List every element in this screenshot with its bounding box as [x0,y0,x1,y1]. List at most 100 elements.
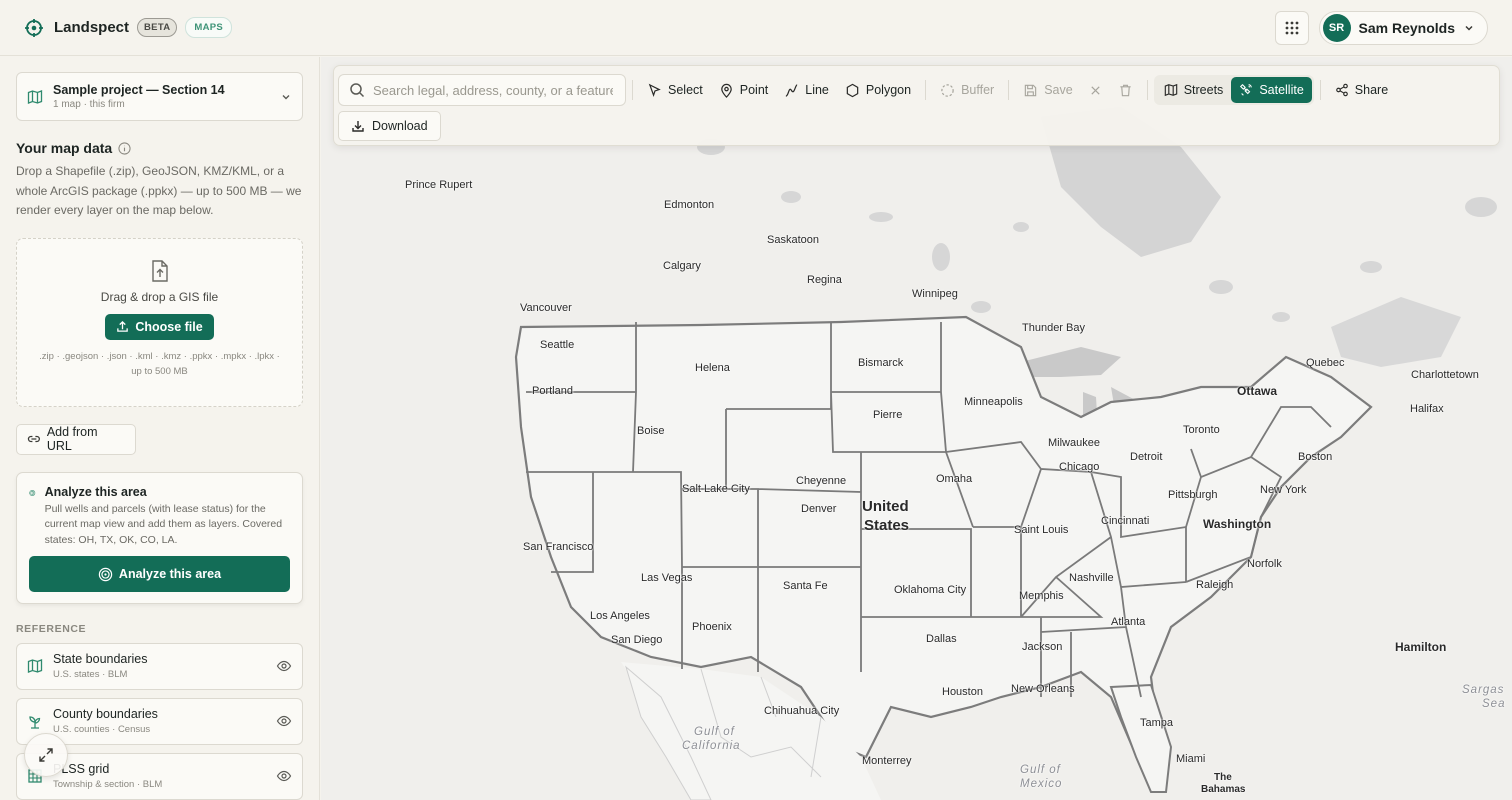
map-label: Winnipeg [912,288,958,300]
map-label: Memphis [1019,590,1064,602]
divider [632,80,633,100]
map-label: Boston [1298,451,1333,463]
beta-badge: BETA [137,18,178,37]
map-toolbar: Select Point Line Polygon Buffer Save [333,65,1500,146]
streets-basemap-button[interactable]: Streets [1156,77,1232,103]
share-button[interactable]: Share [1327,75,1396,105]
map-icon [27,89,43,104]
divider [1008,80,1010,100]
map-icon [1164,83,1177,97]
supported-formats: .zip · .geojson · .json · .kml · .kmz · … [39,350,280,377]
map-label: Sargas [1462,684,1505,696]
satellite-basemap-button[interactable]: Satellite [1231,77,1312,103]
download-button[interactable]: Download [338,111,441,141]
eye-icon[interactable] [276,713,292,729]
map-label: Sea [1482,698,1506,710]
satellite-icon [1240,83,1253,96]
trash-icon [1120,84,1131,96]
map-label: Ottawa [1237,384,1278,398]
add-from-url-button[interactable]: Add from URL [16,423,136,455]
cancel-button[interactable] [1081,75,1110,105]
close-icon [1091,85,1100,95]
basemap [514,107,1497,800]
map-label: Vancouver [520,302,572,314]
brand[interactable]: Landspect BETA MAPS [24,17,233,38]
divider [925,80,927,100]
map-label: Regina [807,274,842,286]
map-icon [27,659,43,673]
map-label: Toronto [1183,424,1220,436]
map-data-heading: Your map data [16,140,113,156]
buffer-tool-button[interactable]: Buffer [932,75,1002,105]
map-label: Bahamas [1201,784,1246,795]
crosshair-logo-icon [25,18,43,37]
chevron-down-icon [1465,25,1473,31]
save-icon [1024,84,1037,96]
map-label: Miami [1176,753,1206,765]
map-label: Prince Rupert [405,179,473,191]
map-label: Pierre [873,409,903,421]
map-label: Omaha [936,473,973,485]
line-draw-icon [785,83,798,97]
sidebar: Sample project — Section 14 1 map · this… [0,57,320,800]
map-label: Seattle [540,339,575,351]
map-label: Atlanta [1111,616,1146,628]
map-label: Chicago [1059,461,1100,473]
select-tool-button[interactable]: Select [639,75,711,105]
map-label: Norfolk [1247,558,1282,570]
user-menu-button[interactable]: SR Sam Reynolds [1318,10,1488,45]
project-subtitle: 1 map · this firm [53,99,125,110]
map-label: Dallas [926,633,957,645]
line-tool-button[interactable]: Line [776,75,837,105]
apps-grid-button[interactable] [1274,10,1309,45]
analyze-card: Analyze this area Pull wells and parcels… [16,471,303,604]
project-title: Sample project — Section 14 [53,83,225,97]
grid-icon [1285,21,1298,34]
maps-badge[interactable]: MAPS [185,17,233,38]
file-dropzone[interactable]: Drag & drop a GIS file Choose file .zip … [16,237,303,407]
map-label: New York [1260,484,1307,496]
search-input[interactable] [373,82,613,98]
save-button[interactable]: Save [1015,75,1081,105]
map-label: States [864,517,910,534]
map-label: Raleigh [1196,579,1234,591]
download-icon [352,121,364,132]
dropzone-text: Drag & drop a GIS file [100,289,219,304]
map-label: Denver [801,503,837,515]
map-label: Phoenix [692,621,732,633]
map-label: Detroit [1130,451,1163,463]
map-search[interactable] [338,74,626,106]
divider [1319,80,1321,100]
map-label: Hamilton [1395,640,1447,654]
user-name: Sam Reynolds [1358,19,1455,36]
polygon-tool-button[interactable]: Polygon [837,75,919,105]
map-label: Minneapolis [964,396,1023,408]
map-canvas[interactable]: Prince Rupert Edmonton Saskatoon Calgary… [321,57,1512,800]
analyze-area-button[interactable]: Analyze this area [29,556,290,592]
map-label: Nashville [1069,572,1114,584]
reference-item-state-boundaries[interactable]: State boundaries U.S. states · BLM [16,642,303,690]
map-label: Los Angeles [590,610,650,622]
map-label: Portland [532,385,573,397]
map-label: Gulf of [1020,764,1061,776]
project-selector[interactable]: Sample project — Section 14 1 map · this… [16,72,303,121]
choose-file-button[interactable]: Choose file [105,313,214,340]
map-label: Chihuahua City [764,705,840,717]
point-tool-button[interactable]: Point [711,75,777,105]
map-label: Monterrey [862,755,912,767]
florida [1109,683,1173,793]
map-label: California [682,740,741,752]
map-label: United [862,498,909,515]
map-label: San Diego [611,634,663,646]
eye-icon[interactable] [276,658,292,674]
map-label: Pittsburgh [1168,489,1218,501]
cursor-icon [648,83,661,97]
info-icon[interactable] [118,141,131,155]
map-label: Las Vegas [641,572,693,584]
hexagon-icon [846,83,859,97]
expand-map-button[interactable] [24,733,68,777]
map-pin-icon [720,83,732,98]
expand-icon [39,748,53,762]
delete-button[interactable] [1110,75,1141,105]
eye-icon[interactable] [276,768,292,784]
